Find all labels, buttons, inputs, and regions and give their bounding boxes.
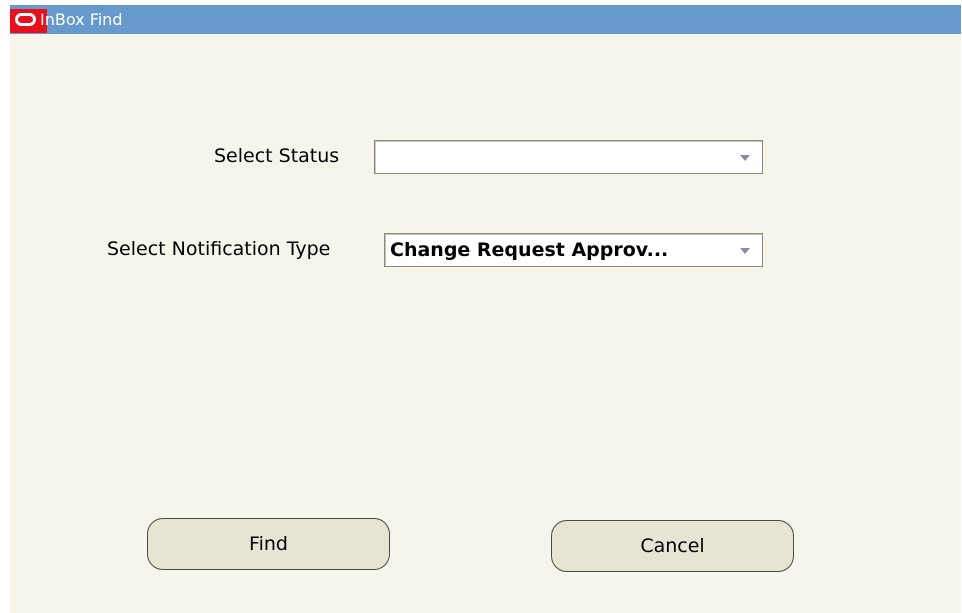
chevron-down-icon[interactable] (740, 248, 750, 254)
select-status-label: Select Status (214, 145, 340, 167)
cancel-button-label: Cancel (640, 535, 705, 557)
title-bar: InBox Find (10, 5, 961, 34)
status-select[interactable] (374, 140, 763, 174)
notification-type-select[interactable]: Change Request Approv... (384, 233, 763, 267)
inbox-find-window: InBox Find Select Status Select Notifica… (0, 0, 962, 613)
cancel-button[interactable]: Cancel (551, 520, 794, 572)
find-button[interactable]: Find (147, 518, 390, 570)
select-notification-type-label: Select Notification Type (107, 238, 331, 260)
window-title: InBox Find (40, 10, 123, 29)
find-button-label: Find (249, 533, 288, 555)
chevron-down-icon[interactable] (740, 155, 750, 161)
notification-type-select-value: Change Request Approv... (390, 239, 669, 261)
form-panel: Select Status Select Notification Type C… (10, 34, 961, 613)
